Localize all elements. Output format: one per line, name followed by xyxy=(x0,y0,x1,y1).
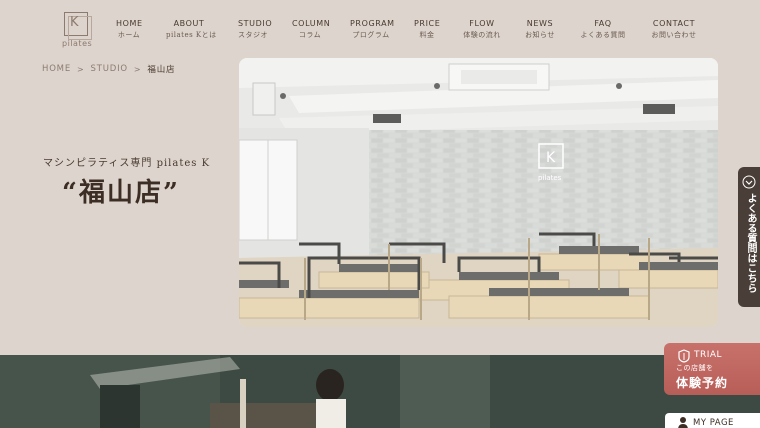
nav-item-column[interactable]: COLUMN コラム xyxy=(292,19,331,40)
nav-sublabel: 料金 xyxy=(419,31,435,39)
logo-text: pilates xyxy=(62,39,93,48)
main-nav: HOME ホーム ABOUT pilates Kとは STUDIO スタジオ C… xyxy=(100,19,720,43)
nav-sublabel: pilates Kとは xyxy=(166,31,217,39)
faq-side-tab[interactable]: よくある質問はこちら xyxy=(738,167,760,307)
trial-reservation-button[interactable]: TRIAL この店舗を 体験予約 xyxy=(664,343,760,395)
breadcrumb-studio[interactable]: STUDIO xyxy=(91,64,128,74)
svg-text:pilates: pilates xyxy=(538,174,562,182)
logo[interactable]: K pilates xyxy=(56,10,96,50)
svg-text:K: K xyxy=(546,150,556,166)
breadcrumb-current: 福山店 xyxy=(147,65,176,75)
nav-item-about[interactable]: ABOUT pilates Kとは xyxy=(166,19,217,40)
nav-label: CONTACT xyxy=(652,19,696,28)
nav-label: STUDIO xyxy=(238,19,273,28)
nav-label: FLOW xyxy=(469,19,495,28)
nav-sublabel: お問い合わせ xyxy=(651,31,697,39)
nav-item-faq[interactable]: FAQ よくある質問 xyxy=(580,19,626,40)
faq-side-tab-label: よくある質問はこちら xyxy=(745,193,756,293)
nav-label: NEWS xyxy=(526,19,554,28)
nav-sublabel: コラム xyxy=(298,31,322,39)
nav-sublabel: よくある質問 xyxy=(580,31,626,39)
trial-sublabel: この店舗を xyxy=(676,364,714,372)
page-title: “福山店” xyxy=(62,178,180,208)
band-illustration xyxy=(0,355,760,428)
chevron-down-icon xyxy=(742,175,756,189)
breadcrumb: HOME > STUDIO > 福山店 xyxy=(42,63,175,75)
nav-label: COLUMN xyxy=(292,19,331,28)
nav-item-home[interactable]: HOME ホーム xyxy=(116,19,142,40)
nav-item-contact[interactable]: CONTACT お問い合わせ xyxy=(648,19,700,40)
trial-label: TRIAL xyxy=(694,350,723,360)
person-icon xyxy=(678,417,688,428)
nav-sublabel: 体験の流れ xyxy=(463,31,501,39)
nav-sublabel: お知らせ xyxy=(525,31,555,39)
nav-item-studio[interactable]: STUDIO スタジオ xyxy=(238,19,273,40)
nav-sublabel: プログラム xyxy=(352,31,390,39)
mypage-label: MY PAGE xyxy=(693,418,734,428)
nav-item-flow[interactable]: FLOW 体験の流れ xyxy=(462,19,502,40)
logo-letter: K xyxy=(70,15,79,30)
nav-label: FAQ xyxy=(594,19,612,28)
mypage-button[interactable]: MY PAGE xyxy=(665,413,760,428)
nav-item-price[interactable]: PRICE 料金 xyxy=(414,19,440,40)
nav-label: PRICE xyxy=(414,19,441,28)
breadcrumb-separator: > xyxy=(133,64,142,74)
nav-item-news[interactable]: NEWS お知らせ xyxy=(524,19,556,40)
nav-item-program[interactable]: PROGRAM プログラム xyxy=(350,19,395,40)
breadcrumb-home[interactable]: HOME xyxy=(42,64,71,74)
breadcrumb-separator: > xyxy=(77,64,85,74)
nav-label: ABOUT xyxy=(173,19,205,28)
studio-photo: K pilates xyxy=(239,58,718,327)
studio-illustration: K pilates xyxy=(239,58,718,327)
trial-main-label: 体験予約 xyxy=(676,376,729,390)
hero-subtitle: マシンピラティス専門 pilates K xyxy=(43,158,211,169)
studio-photo-band xyxy=(0,355,760,428)
nav-label: PROGRAM xyxy=(350,19,395,28)
shield-icon xyxy=(678,349,690,363)
nav-label: HOME xyxy=(116,19,143,28)
nav-sublabel: ホーム xyxy=(117,31,141,39)
nav-sublabel: スタジオ xyxy=(238,31,268,39)
